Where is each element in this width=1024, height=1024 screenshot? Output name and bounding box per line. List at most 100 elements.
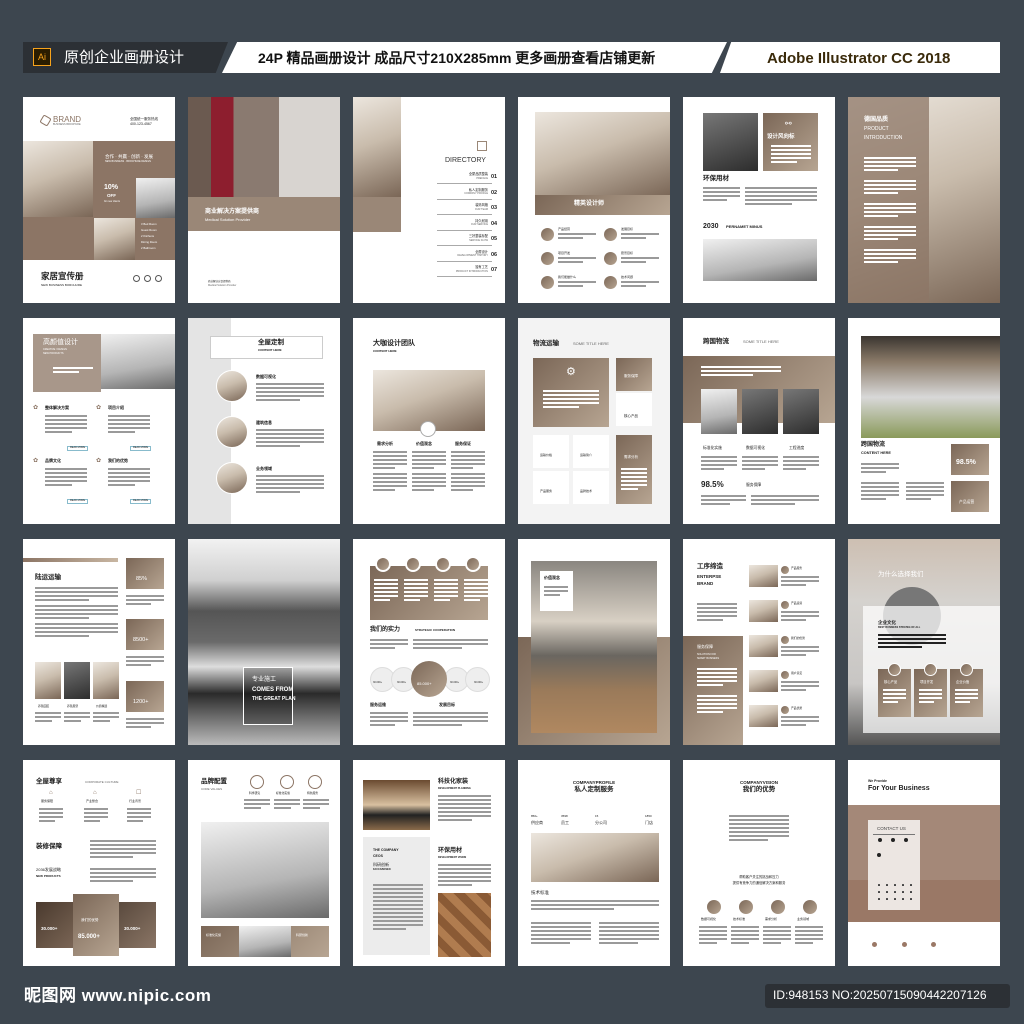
text-lines bbox=[558, 233, 596, 241]
room-photo bbox=[353, 97, 401, 197]
text-placeholder-bar bbox=[64, 712, 90, 714]
text-placeholder-bar bbox=[412, 451, 446, 453]
text-placeholder-bar bbox=[599, 938, 659, 940]
photo bbox=[701, 389, 737, 434]
divider bbox=[437, 198, 492, 199]
item-title: 产品服务 bbox=[791, 566, 803, 570]
text-placeholder-bar bbox=[621, 261, 646, 263]
text-placeholder-bar bbox=[621, 237, 646, 239]
text-placeholder-bar bbox=[864, 180, 916, 182]
text-placeholder-bar bbox=[781, 615, 819, 617]
text-placeholder-bar bbox=[413, 712, 488, 714]
accent-bar bbox=[23, 558, 118, 562]
divider bbox=[437, 276, 492, 277]
text-placeholder-bar bbox=[955, 689, 978, 691]
read-more-button[interactable]: READ MORE bbox=[130, 446, 152, 451]
brochure-page-23: COMPANYVISION 我们的优势 帮助客户关注的挑战和压力 提供有竞争力的… bbox=[683, 760, 835, 966]
directory-entry-number: 07 bbox=[491, 267, 498, 273]
text-placeholder-bar bbox=[373, 477, 407, 479]
text-placeholder-bar bbox=[45, 484, 73, 486]
page-title: 陆运运输 bbox=[35, 574, 61, 581]
stat-label: 供应商 bbox=[531, 820, 543, 825]
text-placeholder-bar bbox=[697, 684, 723, 686]
icon-label: 特色服务 bbox=[307, 791, 319, 795]
icon-circle bbox=[308, 775, 322, 789]
text-lines bbox=[621, 233, 659, 241]
text-placeholder-bar bbox=[558, 281, 596, 283]
item-label: 愿景目标 bbox=[621, 251, 634, 255]
box-label: 服务保障 bbox=[624, 374, 638, 378]
text-placeholder-bar bbox=[451, 459, 485, 461]
stat-left: 30.000+ bbox=[41, 926, 58, 931]
text-placeholder-bar bbox=[763, 934, 791, 936]
read-more-button[interactable]: READ MORE bbox=[130, 499, 152, 504]
text-lines bbox=[53, 367, 93, 375]
text-placeholder-bar bbox=[438, 868, 491, 870]
text-placeholder-bar bbox=[558, 261, 583, 263]
text-lines bbox=[878, 634, 946, 650]
stat-box bbox=[36, 902, 73, 948]
text-placeholder-bar bbox=[861, 471, 886, 473]
text-placeholder-bar bbox=[464, 591, 488, 593]
text-placeholder-bar bbox=[729, 815, 789, 817]
panel-sub: BEST BUSINESS STRATEG OF ALL bbox=[878, 626, 921, 629]
text-placeholder-bar bbox=[35, 635, 89, 637]
text-lines bbox=[438, 795, 491, 823]
text-placeholder-bar bbox=[781, 619, 806, 621]
text-placeholder-bar bbox=[126, 660, 164, 662]
text-placeholder-bar bbox=[621, 480, 647, 482]
text-placeholder-bar bbox=[451, 463, 485, 465]
read-more-button[interactable]: READ MORE bbox=[67, 499, 89, 504]
dot bbox=[894, 898, 896, 900]
text-placeholder-bar bbox=[303, 799, 329, 801]
text-placeholder-bar bbox=[434, 599, 450, 601]
text-placeholder-bar bbox=[127, 816, 151, 818]
stat-value: 1850 bbox=[645, 814, 652, 818]
text-placeholder-bar bbox=[90, 840, 156, 842]
column-label: 技术标准 bbox=[733, 917, 746, 921]
text-placeholder-bar bbox=[370, 639, 408, 641]
brochure-page-21: 科技化家装 DEVELOPMENT PLANNING THE COMPANY C… bbox=[353, 760, 505, 966]
text-placeholder-bar bbox=[703, 187, 740, 189]
text-placeholder-bar bbox=[883, 693, 906, 695]
text-placeholder-bar bbox=[864, 226, 916, 228]
brochure-page-16: 价值观念 bbox=[518, 539, 670, 745]
text-placeholder-bar bbox=[783, 468, 807, 470]
box-en-1: THE COMPANY bbox=[373, 848, 399, 852]
item-photo bbox=[749, 600, 778, 622]
location-icon bbox=[904, 838, 908, 842]
text-placeholder-bar bbox=[53, 371, 79, 373]
brochure-page-13: 陆运运输 养殖园区 养殖展望 价值精选 85% 8500+ 1200+ bbox=[23, 539, 175, 745]
dot bbox=[902, 891, 904, 893]
text-placeholder-bar bbox=[108, 419, 150, 421]
item-photo bbox=[749, 565, 778, 587]
icon-circle bbox=[739, 900, 753, 914]
text-placeholder-bar bbox=[751, 503, 796, 505]
text-placeholder-bar bbox=[599, 934, 659, 936]
text-lines bbox=[544, 586, 568, 598]
banner-title: 精英设计师 bbox=[574, 201, 605, 207]
brochure-page-back-cover: We Provide For Your Business CONTACT US bbox=[848, 760, 1000, 966]
text-lines bbox=[864, 157, 916, 173]
house-icon: ⌂ bbox=[49, 790, 53, 796]
text-placeholder-bar bbox=[763, 942, 782, 944]
text-placeholder-bar bbox=[35, 613, 118, 615]
text-placeholder-bar bbox=[697, 676, 737, 678]
page-subtitle: CONTENT HERE bbox=[373, 349, 397, 353]
photo-label: 价值精选 bbox=[96, 704, 108, 708]
text-placeholder-bar bbox=[373, 884, 423, 886]
read-more-button[interactable]: READ MORE bbox=[67, 446, 89, 451]
text-lines bbox=[412, 473, 446, 493]
text-placeholder-bar bbox=[878, 638, 946, 640]
label: 工程进度 bbox=[789, 446, 805, 450]
social-icon bbox=[133, 275, 140, 282]
text-placeholder-bar bbox=[919, 693, 942, 695]
page-subtitle: SOME TITLE HERE bbox=[573, 341, 609, 346]
text-placeholder-bar bbox=[413, 724, 462, 726]
dot bbox=[894, 884, 896, 886]
text-placeholder-bar bbox=[412, 489, 435, 491]
hotline-phone: 400-123-4567 bbox=[130, 122, 152, 126]
text-placeholder-bar bbox=[404, 583, 428, 585]
label-box bbox=[616, 393, 652, 426]
brochure-page-18: 为什么选择我们 企业文化 BEST BUSINESS STRATEG OF AL… bbox=[848, 539, 1000, 745]
